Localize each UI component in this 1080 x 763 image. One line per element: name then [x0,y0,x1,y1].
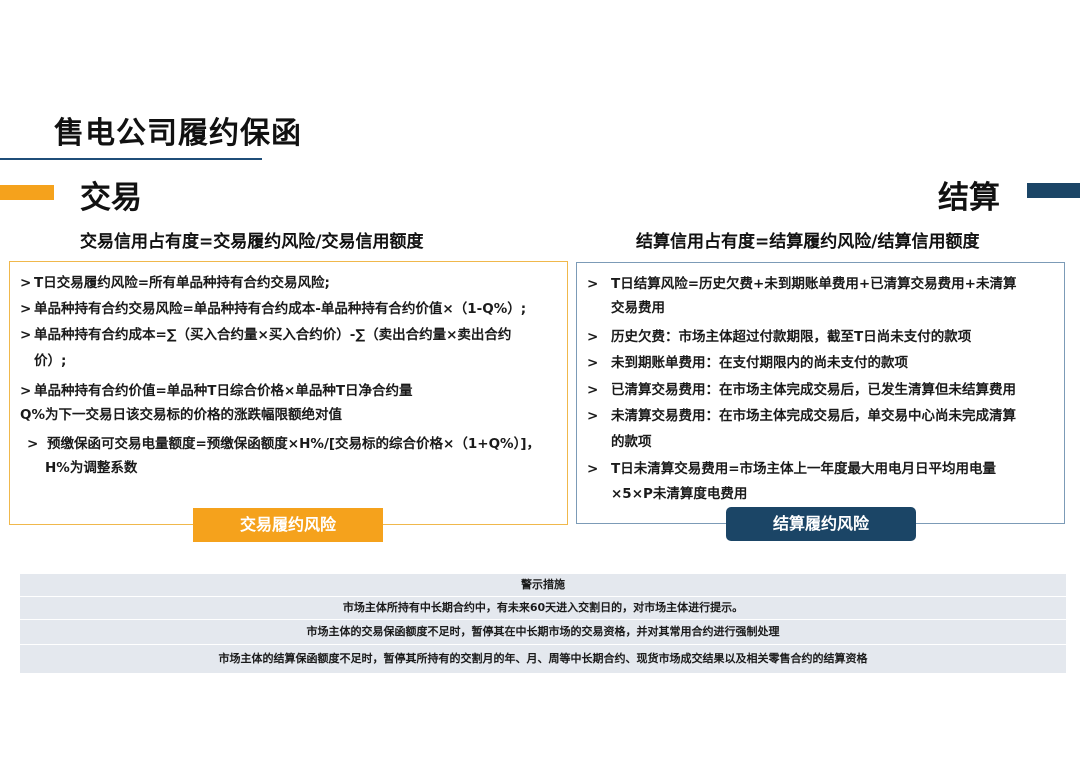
list-item: > 预缴保函可交易电量额度=预缴保函额度×H%/[交易标的综合价格×（1+Q%）]… [27,436,540,452]
settlement-risk-box: > T日结算风险=历史欠费+未到期账单费用+已清算交易费用+未清算 交易费用 > 历… [576,262,1065,524]
bullet-arrow-icon: > [20,383,32,399]
list-item: > T日结算风险=历史欠费+未到期账单费用+已清算交易费用+未清算 [587,276,1017,292]
bullet-arrow-icon: > [20,301,32,317]
table-row: 市场主体的结算保函额度不足时，暂停其所持有的交割月的年、月、周等中长期合约、现货… [20,645,1066,673]
table-row: 市场主体的交易保函额度不足时，暂停其在中长期市场的交易资格，并对其常用合约进行强… [20,620,1066,644]
right-accent-bar [1027,183,1080,198]
left-accent-bar [0,185,54,200]
list-item: > T日未清算交易费用=市场主体上一年度最大用电月日平均用电量 [587,461,997,477]
bullet-arrow-icon: > [587,382,599,398]
bullet-arrow-icon: > [587,461,599,477]
list-item: > 未清算交易费用：在市场主体完成交易后，单交易中心尚未完成清算 [587,408,1016,424]
right-formula: 结算信用占有度=结算履约风险/结算信用额度 [636,232,980,252]
left-section-heading: 交易 [80,180,142,216]
list-item-continuation: 交易费用 [611,300,665,316]
list-item-continuation: H%为调整系数 [45,460,138,476]
list-item: > 历史欠费：市场主体超过付款期限，截至T日尚未支付的款项 [587,329,972,345]
list-item: > T日交易履约风险=所有单品种持有合约交易风险; [20,275,330,291]
list-item-continuation: ×5×P未清算度电费用 [611,486,748,502]
list-item: > 单品种持有合约价值=单品种T日综合价格×单品种T日净合约量 [20,383,413,399]
bullet-arrow-icon: > [27,436,39,452]
right-section-heading: 结算 [938,180,1000,216]
bullet-arrow-icon: > [587,408,599,424]
trade-risk-box: > T日交易履约风险=所有单品种持有合约交易风险; > 单品种持有合约交易风险=单品… [9,261,568,525]
list-item: > 未到期账单费用：在支付期限内的尚未支付的款项 [587,355,908,371]
warning-header: 警示措施 [20,574,1066,596]
list-item: Q%为下一交易日该交易标的价格的涨跌幅限额绝对值 [20,407,343,423]
bullet-arrow-icon: > [20,275,32,291]
trade-risk-tag: 交易履约风险 [193,508,383,542]
list-item: > 单品种持有合约成本=∑（买入合约量×买入合约价）-∑（卖出合约量×卖出合约 [20,327,512,343]
bullet-arrow-icon: > [587,329,599,345]
table-row: 市场主体所持有中长期合约中，有未来60天进入交割日的，对市场主体进行提示。 [20,597,1066,619]
list-item-continuation: 的款项 [611,434,652,450]
title-underline [0,158,262,160]
list-item-continuation: 价）; [34,353,67,369]
list-item: > 已清算交易费用：在市场主体完成交易后，已发生清算但未结算费用 [587,382,1016,398]
bullet-arrow-icon: > [20,327,32,343]
bullet-arrow-icon: > [587,355,599,371]
list-item: > 单品种持有合约交易风险=单品种持有合约成本-单品种持有合约价值×（1-Q%）; [20,301,527,317]
left-formula: 交易信用占有度=交易履约风险/交易信用额度 [80,232,424,252]
bullet-arrow-icon: > [587,276,599,292]
settlement-risk-tag: 结算履约风险 [726,507,916,541]
page-title: 售电公司履约保函 [54,116,302,151]
